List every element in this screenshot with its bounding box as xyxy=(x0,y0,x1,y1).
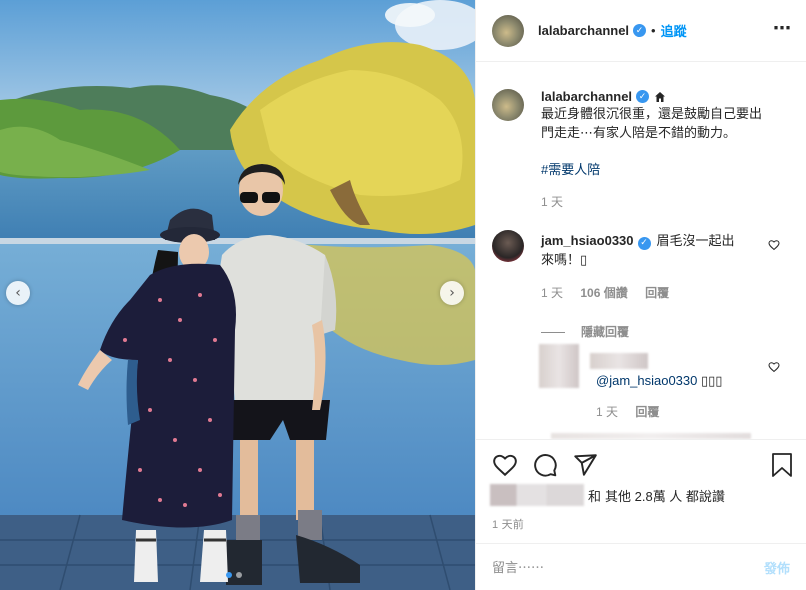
author-avatar[interactable] xyxy=(492,14,524,47)
chevron-left-icon: ‹ xyxy=(15,285,21,301)
comment-reply-button[interactable]: 回覆 xyxy=(645,286,669,300)
reply-item: @jam_hsiao0330 ▯▯▯ 1 天 回覆 xyxy=(596,371,766,420)
comment-meta: 1 天 106 個讚 回覆 xyxy=(541,284,766,301)
header-separator: • xyxy=(651,23,656,38)
reply-reply-button[interactable]: 回覆 xyxy=(635,405,659,419)
carousel-dot xyxy=(236,572,242,578)
liker-avatars xyxy=(490,484,584,506)
like-heart-icon[interactable] xyxy=(492,452,518,478)
reply-text: ▯▯▯ xyxy=(701,373,723,388)
next-photo-button[interactable]: › xyxy=(440,281,464,305)
comment-input[interactable] xyxy=(492,560,764,575)
share-send-icon[interactable] xyxy=(572,452,598,478)
reply-username[interactable] xyxy=(590,353,648,369)
hide-replies-button[interactable]: 隱藏回覆 xyxy=(541,323,766,340)
follow-button[interactable]: 追蹤 xyxy=(661,21,687,40)
caption-hashtag[interactable]: #需要人陪 xyxy=(541,160,790,179)
verified-badge-icon: ✓ xyxy=(636,90,650,103)
previous-photo-button[interactable]: ‹ xyxy=(6,281,30,305)
add-comment-bar: 發佈 xyxy=(476,543,806,590)
caption: lalabarchannel ✓ 最近身體很沉很重，還是鼓勵自己要出 門走走⋯有… xyxy=(541,89,790,210)
comment-likes[interactable]: 106 個讚 xyxy=(580,286,627,300)
chevron-right-icon: › xyxy=(449,285,455,301)
carousel-indicator xyxy=(226,572,242,578)
reply-meta: 1 天 回覆 xyxy=(596,403,766,420)
comment-item: jam_hsiao0330 ✓ 眉毛沒一起出 來嗎！▯ 1 天 106 個讚 回覆 … xyxy=(541,231,766,340)
verified-badge-icon: ✓ xyxy=(637,237,651,250)
commenter-username[interactable]: jam_hsiao0330 xyxy=(541,233,634,248)
reply-mention[interactable]: @jam_hsiao0330 xyxy=(596,373,697,388)
carousel-dot-active xyxy=(226,572,232,578)
home-icon xyxy=(655,91,666,102)
verified-badge-icon: ✓ xyxy=(633,24,647,37)
hide-replies-label: 隱藏回覆 xyxy=(581,325,630,339)
comment-bubble-icon[interactable] xyxy=(532,452,558,478)
photo-image xyxy=(0,0,475,590)
like-comment-heart-icon[interactable] xyxy=(768,239,780,251)
post-photo[interactable]: ‹ › xyxy=(0,0,475,590)
save-bookmark-icon[interactable] xyxy=(770,452,794,478)
caption-avatar[interactable] xyxy=(492,89,524,121)
comment-time[interactable]: 1 天 xyxy=(541,286,563,300)
post-actions: 和 其他 2.8萬 人 都說讚 1 天前 發佈 xyxy=(476,439,806,590)
comment-text-line1: 眉毛沒一起出 xyxy=(656,233,735,248)
replies-divider-line xyxy=(541,332,565,334)
more-options-icon[interactable]: ⋯ xyxy=(773,18,792,39)
post-comment-button[interactable]: 發佈 xyxy=(764,558,790,577)
comments-list[interactable]: lalabarchannel ✓ 最近身體很沉很重，還是鼓勵自己要出 門走走⋯有… xyxy=(476,63,806,439)
caption-time[interactable]: 1 天 xyxy=(541,193,790,210)
comment-text-line2: 來嗎！▯ xyxy=(541,252,588,267)
reply-time[interactable]: 1 天 xyxy=(596,405,618,419)
caption-text-line1: 最近身體很沉很重，還是鼓勵自己要出 xyxy=(541,106,763,121)
like-reply-heart-icon[interactable] xyxy=(768,361,780,373)
reply-avatar[interactable] xyxy=(539,344,579,388)
post-header: lalabarchannel ✓ • 追蹤 ⋯ xyxy=(476,0,806,62)
author-username[interactable]: lalabarchannel xyxy=(538,23,629,38)
likes-count[interactable]: 其他 2.8萬 人 都說讚 xyxy=(605,486,725,505)
caption-text-line2: 門走走⋯有家人陪是不錯的動力。 xyxy=(541,125,737,140)
caption-username[interactable]: lalabarchannel xyxy=(541,89,632,104)
likes-summary[interactable]: 和 其他 2.8萬 人 都說讚 xyxy=(490,484,725,506)
post-sidebar: lalabarchannel ✓ • 追蹤 ⋯ lalabarchannel ✓… xyxy=(475,0,806,590)
post-timestamp[interactable]: 1 天前 xyxy=(492,516,524,532)
likes-and-label: 和 xyxy=(588,488,602,504)
commenter-avatar[interactable] xyxy=(492,230,524,262)
